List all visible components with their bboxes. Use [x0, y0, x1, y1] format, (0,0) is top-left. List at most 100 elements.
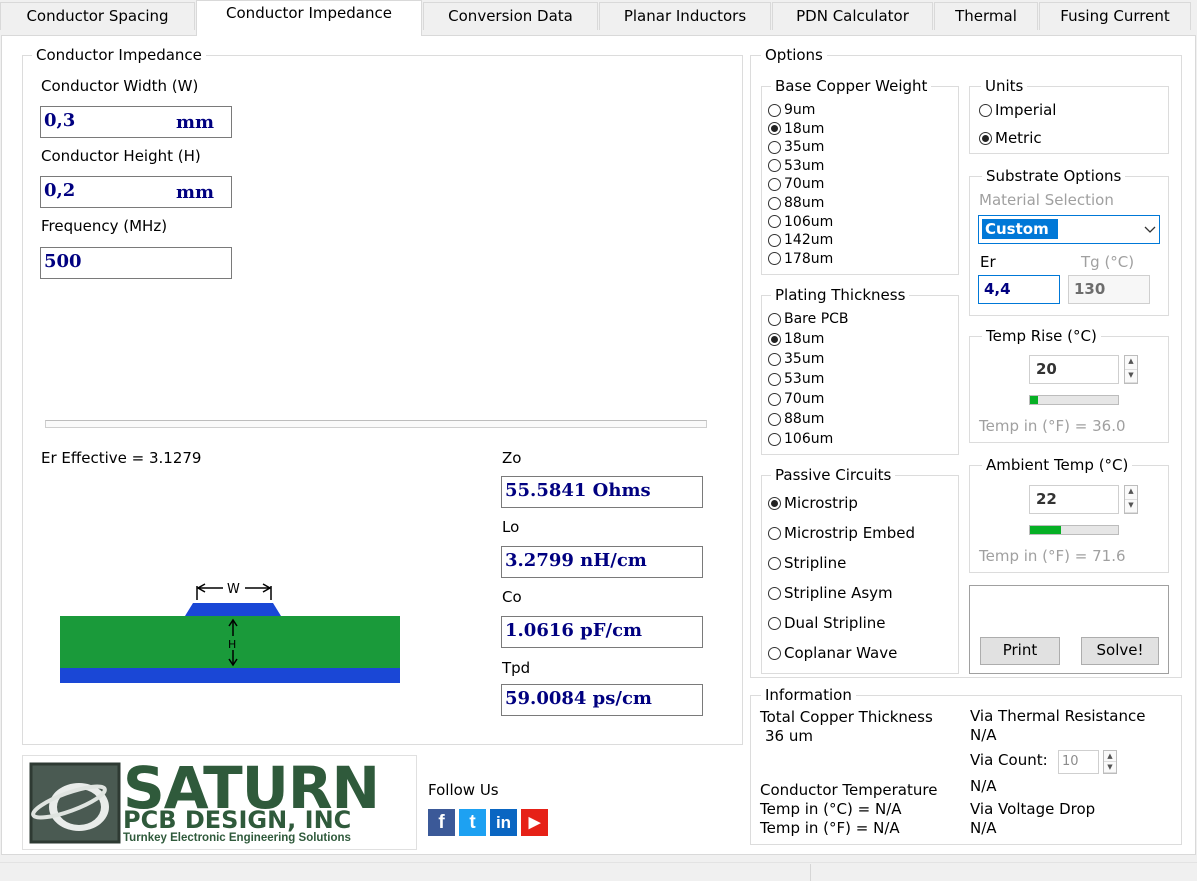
base-copper-option[interactable]: 106um [768, 213, 833, 231]
passive-circuit-option[interactable]: Microstrip Embed [768, 524, 915, 542]
radio-icon[interactable] [768, 159, 781, 173]
radio-icon[interactable] [768, 616, 781, 630]
radio-icon[interactable] [768, 312, 781, 326]
radio-selected-icon[interactable] [979, 131, 992, 145]
temp-rise-spin-buttons[interactable]: ▲ ▼ [1124, 355, 1138, 384]
print-button[interactable]: Print [980, 637, 1060, 665]
units-option[interactable]: Imperial [979, 101, 1056, 119]
material-select[interactable]: Custom [978, 215, 1160, 244]
plating-option[interactable]: 88um [768, 410, 824, 428]
temp-rise-fahrenheit: Temp in (°F) = 36.0 [979, 417, 1126, 435]
youtube-icon[interactable]: ▶ [521, 809, 548, 836]
radio-icon[interactable] [979, 103, 992, 117]
radio-icon[interactable] [768, 352, 781, 366]
tab-conductor-spacing[interactable]: Conductor Spacing [0, 2, 195, 30]
radio-icon[interactable] [768, 392, 781, 406]
ambient-spin-buttons[interactable]: ▲ ▼ [1124, 485, 1138, 514]
spin-down-icon[interactable]: ▼ [1125, 370, 1137, 383]
plating-option[interactable]: 18um [768, 330, 824, 348]
frequency-label: Frequency (MHz) [41, 217, 168, 235]
plating-option[interactable]: Bare PCB [768, 310, 849, 328]
base-copper-option-label: 142um [784, 232, 834, 249]
base-copper-option[interactable]: 70um [768, 175, 824, 193]
passive-circuit-option[interactable]: Microstrip [768, 494, 858, 512]
radio-icon[interactable] [768, 215, 781, 229]
spin-up-icon[interactable]: ▲ [1125, 486, 1137, 500]
base-copper-option[interactable]: 88um [768, 194, 824, 212]
plating-option[interactable]: 35um [768, 350, 824, 368]
radio-selected-icon[interactable] [768, 332, 781, 346]
radio-icon[interactable] [768, 252, 781, 266]
radio-icon[interactable] [768, 412, 781, 426]
base-copper-option[interactable]: 53um [768, 157, 824, 175]
spin-up-icon[interactable]: ▲ [1125, 356, 1137, 370]
substrate-title: Substrate Options [982, 167, 1126, 185]
plating-option[interactable]: 70um [768, 390, 824, 408]
tab-planar-inductors[interactable]: Planar Inductors [599, 2, 771, 30]
radio-icon[interactable] [768, 233, 781, 247]
twitter-icon[interactable]: t [459, 809, 486, 836]
passive-circuit-option-label: Stripline [784, 554, 847, 572]
separator-slider [45, 420, 707, 428]
plating-option[interactable]: 106um [768, 430, 833, 448]
options-title: Options [761, 46, 827, 64]
via-count-spin-buttons[interactable]: ▲ ▼ [1103, 750, 1117, 774]
zo-output: 55.5841 Ohms [501, 476, 703, 508]
tab-thermal[interactable]: Thermal [934, 2, 1038, 30]
ambient-temp-progress [1029, 525, 1119, 535]
passive-circuit-option[interactable]: Coplanar Wave [768, 644, 897, 662]
passive-circuit-option-label: Coplanar Wave [784, 644, 898, 662]
via-count-input[interactable]: 10 [1058, 750, 1099, 774]
passive-circuit-option[interactable]: Stripline Asym [768, 584, 893, 602]
base-copper-option[interactable]: 178um [768, 250, 833, 268]
radio-icon[interactable] [768, 526, 781, 540]
base-copper-option-label: 178um [784, 250, 834, 267]
ambient-temp-spinner[interactable]: 22 [1029, 485, 1119, 514]
tab-pdn-calculator[interactable]: PDN Calculator [772, 2, 933, 30]
spin-down-icon[interactable]: ▼ [1104, 762, 1116, 773]
company-logo[interactable]: SATURN PCB DESIGN, INC Turnkey Electroni… [22, 754, 417, 850]
radio-selected-icon[interactable] [768, 122, 781, 136]
material-selected-value: Custom [982, 219, 1058, 239]
spin-up-icon[interactable]: ▲ [1104, 751, 1116, 762]
tab-conductor-impedance[interactable]: Conductor Impedance [196, 0, 422, 36]
radio-icon[interactable] [768, 646, 781, 660]
base-copper-option[interactable]: 35um [768, 138, 824, 156]
linkedin-icon[interactable]: in [490, 809, 517, 836]
passive-circuit-option-label: Stripline Asym [784, 584, 893, 602]
passive-circuit-option[interactable]: Dual Stripline [768, 614, 886, 632]
facebook-icon[interactable]: f [428, 809, 455, 836]
radio-icon[interactable] [768, 556, 781, 570]
zo-label: Zo [502, 449, 522, 467]
radio-icon[interactable] [768, 372, 781, 386]
conductor-width-unit: mm [176, 112, 215, 133]
passive-circuit-option[interactable]: Stripline [768, 554, 846, 572]
radio-icon[interactable] [768, 103, 781, 117]
base-copper-option-label: 53um [784, 157, 825, 174]
tab-bar: Conductor Spacing Conductor Impedance Co… [0, 0, 1197, 36]
tab-fusing-current[interactable]: Fusing Current [1039, 2, 1191, 30]
frequency-input[interactable]: 500 [40, 247, 232, 279]
temp-rise-spinner[interactable]: 20 [1029, 355, 1119, 384]
temp-rise-value: 20 [1036, 360, 1057, 378]
er-value: 4,4 [984, 280, 1011, 298]
radio-icon[interactable] [768, 586, 781, 600]
units-option[interactable]: Metric [979, 129, 1042, 147]
plating-option[interactable]: 53um [768, 370, 824, 388]
radio-selected-icon[interactable] [768, 496, 781, 510]
passive-circuit-option-label: Dual Stripline [784, 614, 886, 632]
radio-icon[interactable] [768, 432, 781, 446]
base-copper-option[interactable]: 18um [768, 120, 824, 138]
tab-conversion-data[interactable]: Conversion Data [423, 2, 598, 30]
base-copper-option[interactable]: 142um [768, 231, 833, 249]
radio-icon[interactable] [768, 196, 781, 210]
conductor-width-value: 0,3 [44, 110, 76, 131]
information-title: Information [761, 686, 856, 704]
er-input[interactable]: 4,4 [978, 275, 1060, 304]
frequency-value: 500 [44, 251, 82, 272]
solve-button[interactable]: Solve! [1081, 637, 1159, 665]
base-copper-option[interactable]: 9um [768, 101, 815, 119]
radio-icon[interactable] [768, 177, 781, 191]
radio-icon[interactable] [768, 140, 781, 154]
spin-down-icon[interactable]: ▼ [1125, 500, 1137, 513]
